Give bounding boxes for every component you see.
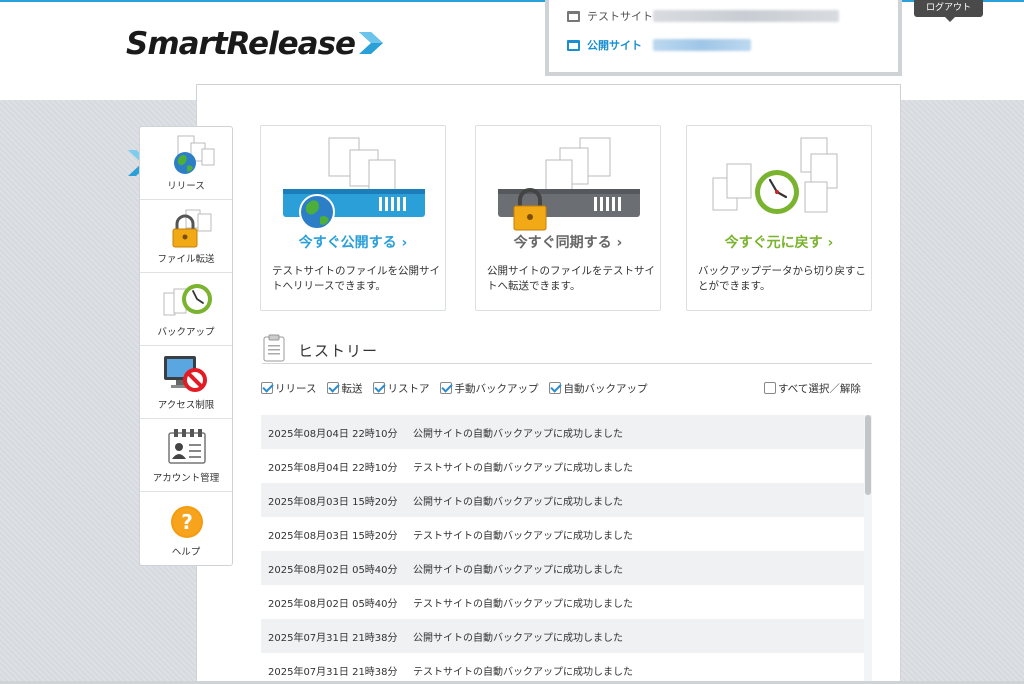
help-icon: ?	[171, 506, 203, 538]
filter-label: 転送	[341, 382, 363, 395]
filter-transfer-checkbox[interactable]: 転送	[327, 381, 362, 396]
history-message: テストサイトの自動バックアップに成功しました	[413, 530, 633, 542]
history-date: 2025年08月03日 15時20分	[268, 496, 398, 508]
sidebar-item-label: バックアップ	[157, 327, 215, 338]
history-date: 2025年08月04日 22時10分	[268, 428, 398, 440]
restore-now-title[interactable]: 今すぐ元に戻す ›	[687, 232, 871, 252]
history-title: ヒストリー	[298, 342, 379, 360]
history-date: 2025年08月04日 22時10分	[268, 462, 398, 474]
sidebar-item-access-restriction[interactable]: アクセス制限	[140, 346, 232, 419]
filter-label: リストア	[387, 382, 430, 395]
release-now-card[interactable]: 今すぐ公開する › テストサイトのファイルを公開サイトへリリースできます。	[260, 125, 446, 311]
sidebar-item-label: アカウント管理	[152, 473, 220, 484]
browser-window-icon	[567, 39, 580, 51]
filter-label: リリース	[275, 382, 317, 395]
logo-arrow-icon	[359, 32, 384, 54]
restore-now-card[interactable]: 今すぐ元に戻す › バックアップデータから切り戻すことができます。	[686, 125, 872, 311]
history-row: 2025年08月02日 05時40分 テストサイトの自動バックアップに成功しました	[261, 585, 864, 619]
filter-label: 手動バックアップ	[454, 382, 539, 395]
filter-release-checkbox[interactable]: リリース	[261, 381, 316, 396]
sidebar-item-label: アクセス制限	[157, 400, 215, 411]
history-date: 2025年07月31日 21時38分	[268, 666, 398, 678]
release-illustration-icon	[283, 137, 425, 230]
lock-icon	[172, 209, 212, 248]
sync-now-card[interactable]: 今すぐ同期する › 公開サイトのファイルをテストサイトへ転送できます。	[475, 125, 661, 311]
history-message: テストサイトの自動バックアップに成功しました	[413, 462, 633, 474]
sidebar-item-release[interactable]: リリース	[140, 127, 232, 200]
test-site-row[interactable]: テストサイト	[567, 6, 653, 26]
globe-icon	[174, 135, 215, 174]
sidebar-item-label: ファイル転送	[157, 254, 215, 265]
history-scrollbar[interactable]	[864, 415, 872, 684]
logo[interactable]: SmartRelease	[126, 24, 387, 64]
browser-window-icon	[567, 10, 580, 22]
history-message: テストサイトの自動バックアップに成功しました	[413, 666, 633, 678]
public-site-row[interactable]: 公開サイト	[567, 35, 642, 55]
checkbox-checked-icon	[327, 382, 340, 394]
sidebar-item-label: ヘルプ	[171, 547, 201, 558]
filter-auto-backup-checkbox[interactable]: 自動バックアップ	[549, 381, 647, 396]
history-row: 2025年07月31日 21時38分 公開サイトの自動バックアップに成功しました	[261, 619, 864, 653]
sidebar-item-label: リリース	[167, 181, 205, 192]
test-site-label: テストサイト	[587, 10, 653, 23]
checkbox-unchecked-icon	[764, 382, 776, 394]
history-message: 公開サイトの自動バックアップに成功しました	[413, 496, 623, 508]
checkbox-checked-icon	[261, 382, 273, 394]
test-site-url-blurred[interactable]	[653, 10, 839, 22]
sidebar-item-help[interactable]: ? ヘルプ	[140, 492, 232, 565]
history-row: 2025年08月02日 05時40分 公開サイトの自動バックアップに成功しました	[261, 551, 864, 585]
history-filters: リリース 転送 リストア 手動バックアップ 自動バックアップ	[261, 380, 658, 396]
sidebar-item-account[interactable]: アカウント管理	[140, 419, 232, 492]
sync-now-title[interactable]: 今すぐ同期する ›	[476, 232, 660, 252]
clipboard-icon	[263, 334, 285, 362]
monitor-forbidden-icon	[164, 356, 207, 392]
checkbox-checked-icon	[373, 382, 386, 394]
history-message: 公開サイトの自動バックアップに成功しました	[413, 632, 623, 644]
scrollbar-thumb[interactable]	[865, 415, 871, 495]
history-date: 2025年08月03日 15時20分	[268, 530, 398, 542]
filter-label: 自動バックアップ	[563, 382, 648, 395]
site-switcher-panel: テストサイト 公開サイト	[545, 0, 902, 76]
public-site-url-blurred[interactable]	[653, 39, 751, 51]
logo-text: SmartRelease	[126, 26, 356, 62]
sync-now-desc: 公開サイトのファイルをテストサイトへ転送できます。	[487, 265, 655, 292]
restore-illustration-icon	[712, 137, 838, 214]
select-all-label: すべて選択／解除	[778, 382, 861, 395]
history-message: テストサイトの自動バックアップに成功しました	[413, 598, 633, 610]
checkbox-checked-icon	[549, 382, 562, 394]
history-date: 2025年07月31日 21時38分	[268, 632, 398, 644]
sidebar-item-file-transfer[interactable]: ファイル転送	[140, 200, 232, 273]
history-row: 2025年08月04日 22時10分 テストサイトの自動バックアップに成功しました	[261, 449, 864, 483]
history-date: 2025年08月02日 05時40分	[268, 564, 398, 576]
account-card-icon	[168, 429, 206, 464]
history-header: ヒストリー	[262, 334, 872, 364]
sidebar-item-backup[interactable]: バックアップ	[140, 273, 232, 346]
release-now-desc: テストサイトのファイルを公開サイトへリリースできます。	[272, 265, 440, 292]
history-message: 公開サイトの自動バックアップに成功しました	[413, 428, 623, 440]
svg-text:?: ?	[181, 510, 193, 534]
history-row: 2025年08月03日 15時20分 公開サイトの自動バックアップに成功しました	[261, 483, 864, 517]
filter-manual-backup-checkbox[interactable]: 手動バックアップ	[440, 381, 538, 396]
history-row: 2025年07月31日 21時38分 テストサイトの自動バックアップに成功しました	[261, 653, 864, 684]
clock-icon	[163, 284, 212, 316]
sidebar-nav: リリース ファイル転送 バックアップ アクセス制限 アカウント管理 ? ヘルプ	[139, 126, 233, 566]
history-row: 2025年08月04日 22時10分 公開サイトの自動バックアップに成功しました	[261, 415, 864, 449]
history-date: 2025年08月02日 05時40分	[268, 598, 398, 610]
filter-restore-checkbox[interactable]: リストア	[373, 381, 429, 396]
logout-button[interactable]: ログアウト	[914, 0, 983, 22]
checkbox-checked-icon	[440, 382, 453, 394]
history-row: 2025年08月03日 15時20分 テストサイトの自動バックアップに成功しました	[261, 517, 864, 551]
restore-now-desc: バックアップデータから切り戻すことができます。	[698, 265, 866, 292]
public-site-label: 公開サイト	[587, 39, 642, 52]
release-now-title[interactable]: 今すぐ公開する ›	[261, 232, 445, 252]
sync-illustration-icon	[498, 137, 640, 231]
history-message: 公開サイトの自動バックアップに成功しました	[413, 564, 623, 576]
select-all-checkbox[interactable]: すべて選択／解除	[764, 380, 861, 396]
history-list: 2025年08月04日 22時10分 公開サイトの自動バックアップに成功しました …	[261, 415, 864, 684]
